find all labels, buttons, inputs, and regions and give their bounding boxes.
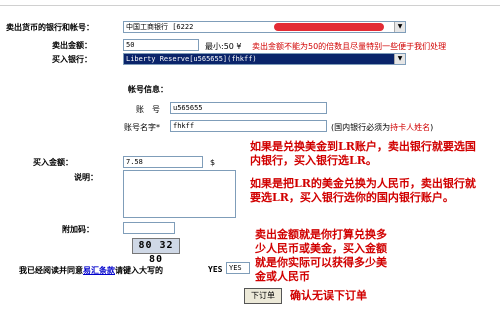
agree-keyword: YES xyxy=(208,265,223,274)
account-name-input[interactable]: fhkff xyxy=(170,120,327,132)
agree-line: 我已经阅读并同意易汇条款请键入大写的 xyxy=(19,265,163,276)
buy-bank-value: Liberty Reserve[u565655](fhkff) xyxy=(126,55,257,63)
description-label: 说明： xyxy=(74,173,98,182)
chevron-down-icon[interactable]: ▼ xyxy=(394,54,405,64)
account-input[interactable]: u565655 xyxy=(170,102,327,114)
buy-amount-unit: $ xyxy=(210,158,216,167)
annotation-lr-purchase: 如果是兑换美金到LR账户，卖出银行就要选国内银行，买入银行选LR。 xyxy=(248,139,483,169)
min-amount-note: 最小:50 ¥ xyxy=(205,42,242,51)
agree-prefix: 我已经阅读并同意 xyxy=(19,266,83,275)
account-name-label: 账号名字* xyxy=(124,123,160,132)
annotation-amount-explain: 卖出金额就是你打算兑换多少人民币或美金，买入金额就是你实际可以获得多少美金或人民… xyxy=(253,227,398,285)
agree-input[interactable]: YES xyxy=(226,262,250,274)
sell-amount-input[interactable]: 50 xyxy=(123,39,199,51)
sell-bank-label: 卖出货币的银行和帐号： xyxy=(6,23,94,32)
annotation-confirm: 确认无误下订单 xyxy=(290,289,367,302)
sell-amount-label: 卖出金额： xyxy=(52,41,92,50)
buy-bank-select[interactable]: Liberty Reserve[u565655](fhkff) ▼ xyxy=(123,53,406,65)
chevron-down-icon[interactable]: ▼ xyxy=(394,22,405,32)
postscript-label: 附加码： xyxy=(62,225,94,234)
account-label: 账 号 xyxy=(136,105,160,114)
amount-warning: 卖出金额不能为50的倍数且尽量特别一些便于我们处理 xyxy=(252,42,447,51)
postscript-input[interactable] xyxy=(123,222,175,234)
account-name-note: (国内银行必须为持卡人姓名) xyxy=(331,122,433,133)
buy-amount-input[interactable]: 7.58 xyxy=(123,156,203,168)
terms-link[interactable]: 易汇条款 xyxy=(83,266,115,275)
account-name-note-highlight: 持卡人姓名 xyxy=(390,123,431,132)
buy-amount-label: 买入金额： xyxy=(33,158,73,167)
sell-bank-value: 中国工商银行 [6222 xyxy=(126,23,194,31)
annotation-lr-sale: 如果是把LR的美金兑换为人民币，卖出银行就要选LR，买入银行选你的国内银行账户。 xyxy=(248,176,488,206)
agree-suffix: 请键入大写的 xyxy=(115,266,163,275)
buy-bank-label: 买入银行： xyxy=(52,55,92,64)
captcha-image: 80 32 80 xyxy=(132,238,180,265)
account-info-title: 帐号信息： xyxy=(128,85,168,94)
description-textarea[interactable] xyxy=(123,170,236,218)
sell-bank-select[interactable]: 中国工商银行 [6222 ▼ xyxy=(123,21,406,33)
redacted-mark xyxy=(274,23,384,31)
account-name-note-suffix: ) xyxy=(430,123,434,132)
submit-order-button[interactable]: 下订单 xyxy=(244,288,282,304)
top-divider xyxy=(0,5,500,6)
account-name-note-prefix: (国内银行必须为 xyxy=(331,123,391,132)
